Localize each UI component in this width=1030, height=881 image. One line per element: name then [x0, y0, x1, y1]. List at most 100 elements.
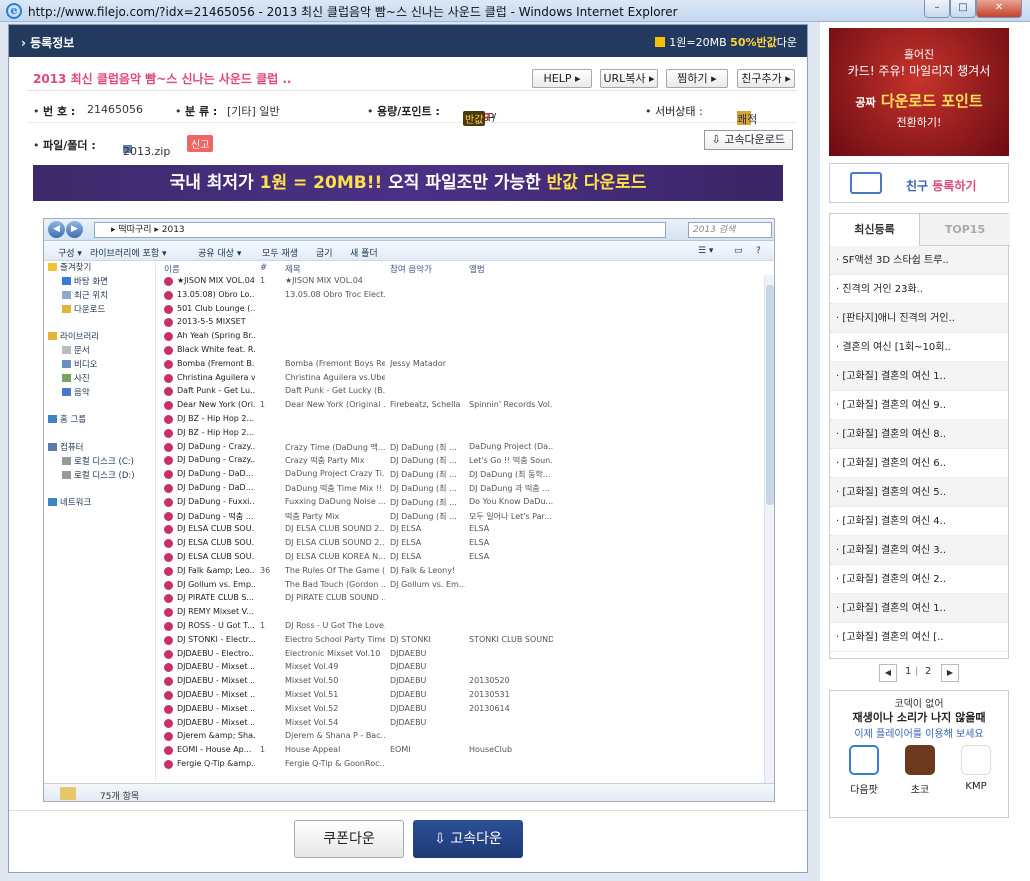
bookmark-button[interactable]: 찜하기 ▸ [666, 69, 728, 88]
minimize-button[interactable]: – [924, 0, 950, 18]
recent-item[interactable]: · [고화질] 결혼의 여신 9.. [830, 391, 1008, 420]
fast-download-button[interactable]: ⇩ 고속다운 [413, 820, 523, 858]
file-row[interactable]: DJ DaDung - 떡춤 ... 떡춤 Party Mix DJ DaDung … [158, 510, 764, 524]
download-icon: ⇩ [434, 831, 446, 847]
file-title: 2013 최신 클럽음악 빰~스 신나는 사운드 클럽 .. [33, 72, 292, 86]
recent-item[interactable]: · 진격의 거인 23화.. [830, 275, 1008, 304]
file-row[interactable]: DJDAEBU - Mixset ... Mixset Vol.51 DJDAEBU… [158, 689, 764, 703]
file-row[interactable]: DJDAEBU - Mixset ... Mixset Vol.50 DJDAEBU… [158, 675, 764, 689]
file-row[interactable]: DJ BZ - Hip Hop 2... [158, 413, 764, 427]
recent-item[interactable]: · 결혼의 여신 [1회~10회.. [830, 333, 1008, 362]
file-row[interactable]: DJ ELSA CLUB SOU... DJ ELSA CLUB KOREA N.… [158, 551, 764, 565]
file-row[interactable]: DJDAEBU - Mixset ... Mixset Vol.52 DJDAEBU… [158, 703, 764, 717]
file-row[interactable]: DJ PIRATE CLUB S... DJ PIRATE CLUB SOUND … [158, 592, 764, 606]
file-row[interactable]: DJ ELSA CLUB SOU... DJ ELSA CLUB SOUND 2.… [158, 537, 764, 551]
file-row[interactable]: 2013-5-5 MIXSET [158, 316, 764, 330]
register-friend-banner[interactable]: 친구 등록하기 [829, 163, 1009, 203]
file-row[interactable]: DJDAEBU - Electro... Electronic Mixset Vo… [158, 648, 764, 662]
forward-icon: ▶ [66, 221, 83, 238]
cell-name: DJ ELSA CLUB SOU... [177, 538, 255, 548]
file-row[interactable]: DJ Gollum vs. Emp... The Bad Touch (Gordo… [158, 579, 764, 593]
file-row[interactable]: 13.05.08) Obro Lo... 13.05.08 Obro Troc E… [158, 289, 764, 303]
add-friend-button[interactable]: 친구추가 ▸ [737, 69, 795, 88]
recent-item[interactable]: · [고화질] 결혼의 여신 [.. [830, 623, 1008, 652]
recent-item[interactable]: · [고화질] 결혼의 여신 8.. [830, 420, 1008, 449]
cell-track: 1 [260, 400, 266, 410]
file-row[interactable]: Christina Aguilera v... Christina Aguiler… [158, 372, 764, 386]
file-label: • 파일/폴더 : [33, 139, 96, 152]
audio-file-icon [164, 621, 173, 631]
cell-name: Fergie Q-Tip &amp... [177, 758, 255, 768]
cell-artist: DJ Gollum vs. Em... [390, 579, 465, 589]
file-row[interactable]: 501 Club Lounge (... [158, 303, 764, 317]
recent-item[interactable]: · [고화질] 결혼의 여신 2.. [830, 565, 1008, 594]
recent-item[interactable]: · [고화질] 결혼의 여신 3.. [830, 536, 1008, 565]
kmp-app[interactable]: KMP [948, 745, 1004, 792]
cell-name: Dear New York (Ori... [177, 400, 255, 410]
file-row[interactable]: DJ DaDung - DaD... DaDung Project Crazy T… [158, 468, 764, 482]
file-row[interactable]: DJ BZ - Hip Hop 2... [158, 427, 764, 441]
recent-item[interactable]: · [고화질] 결혼의 여신 6.. [830, 449, 1008, 478]
file-row[interactable]: DJ REMY Mixset V... [158, 606, 764, 620]
coupon-download-button[interactable]: 쿠폰다운 [294, 820, 404, 858]
cell-name: DJDAEBU - Mixset ... [177, 689, 255, 699]
recent-item[interactable]: · SF액션 3D 스타쉽 트루.. [830, 246, 1008, 275]
file-row[interactable]: Daft Punk - Get Lu... Daft Punk - Get Luc… [158, 385, 764, 399]
fast-download-small-button[interactable]: ⇩ 고속다운로드 [703, 130, 793, 150]
tab-top15[interactable]: TOP15 [920, 214, 1010, 246]
choco-app[interactable]: 초코 [892, 745, 948, 796]
file-row[interactable]: DJ Falk &amp; Leo... 36 The Rules Of The G… [158, 565, 764, 579]
recent-item[interactable]: · [고화질] 결혼의 여신 4.. [830, 507, 1008, 536]
file-row[interactable]: DJ DaDung - Crazy... Crazy 떡춤 Party Mix DJ… [158, 454, 764, 468]
cell-title: ★JISON MIX VOL.04 [285, 276, 363, 285]
close-button[interactable]: ✕ [976, 0, 1022, 18]
file-row[interactable]: DJDAEBU - Mixset ... Mixset Vol.54 DJDAEBU [158, 717, 764, 731]
recent-pager: ◀ 1 | 2 ▶ [829, 662, 1009, 684]
cell-title: 13.05.08 Obro Troc Elect... [285, 289, 385, 299]
file-row[interactable]: DJ DaDung - DaD... DaDung 떡춤 Time Mix !! D… [158, 482, 764, 496]
cell-album: 20130520 [469, 676, 510, 686]
file-row[interactable]: Djerem &amp; Sha... Djerem & Shana P - Ba… [158, 730, 764, 744]
recent-item[interactable]: · [고화질] 결혼의 여신 1.. [830, 594, 1008, 623]
cell-album: ELSA [469, 551, 490, 561]
promo-banner[interactable]: 국내 최저가 1원 = 20MB!! 오직 파일조만 가능한 반값 다운로드 [33, 165, 783, 201]
player-ad[interactable]: 코덱이 없어 재생이나 소리가 나지 않을때 이제 플레이어를 이용해 보세요 … [829, 690, 1009, 818]
library-icon [48, 332, 57, 340]
cell-title: Djerem & Shana P - Bac... [285, 731, 385, 741]
cell-title: DJ Ross - U Got The Love... [285, 620, 385, 630]
file-row[interactable]: Dear New York (Ori... 1 Dear New York (Ori… [158, 399, 764, 413]
file-row[interactable]: Black White feat. R... [158, 344, 764, 358]
file-row[interactable]: DJ DaDung - Crazy... Crazy Time (DaDung 맥… [158, 441, 764, 455]
window-title: http://www.filejo.com/?idx=21465056 - 20… [28, 5, 678, 19]
file-row[interactable]: EOMI - House Ap... 1 House Appeal EOMI House… [158, 744, 764, 758]
tab-recent[interactable]: 최신등록 [830, 214, 920, 246]
cell-title: DaDung Project Crazy Ti... [285, 469, 385, 479]
recent-item[interactable]: · [판타지]애니 진격의 거인.. [830, 304, 1008, 333]
file-row[interactable]: Bomba (Fremont B... Bomba (Fremont Boys R… [158, 358, 764, 372]
file-row[interactable]: DJ DaDung - Fuxxi... Fuxxing DaDung Noise… [158, 496, 764, 510]
url-copy-button[interactable]: URL복사 ▸ [600, 69, 658, 88]
file-row[interactable]: ★JISON MIX VOL.04 1 ★JISON MIX VOL.04 [158, 275, 764, 289]
cell-title: Mixset Vol.50 [285, 676, 339, 686]
maximize-button[interactable]: □ [950, 0, 976, 18]
daumpot-app[interactable]: 다음팟 [836, 745, 892, 796]
page-2[interactable]: 2 [925, 666, 931, 677]
file-row[interactable]: DJDAEBU - Mixset ... Mixset Vol.49 DJDAEBU [158, 661, 764, 675]
point-conversion-ad[interactable]: 흘어진 카드! 주유! 마일리지 챙겨서 공짜 다운로드 포인트 전환하기! [829, 28, 1009, 156]
prev-page-button[interactable]: ◀ [879, 664, 897, 682]
cell-title: Electronic Mixset Vol.10 [285, 648, 381, 658]
report-button[interactable]: 신고 [187, 135, 214, 152]
file-row[interactable]: DJ ROSS - U Got T... 1 DJ Ross - U Got The… [158, 620, 764, 634]
file-row[interactable]: Ah Yeah (Spring Br... [158, 330, 764, 344]
recent-item[interactable]: · [고화질] 결혼의 여신 5.. [830, 478, 1008, 507]
file-title-row: 2013 최신 클럽음악 빰~스 신나는 사운드 클럽 .. HELP ▸ UR… [27, 63, 797, 91]
file-row[interactable]: Fergie Q-Tip &amp... Fergie Q-Tip & GoonR… [158, 758, 764, 772]
file-row[interactable]: DJ STONKI - Electr... Electro School Part… [158, 634, 764, 648]
file-row[interactable]: DJ ELSA CLUB SOU... DJ ELSA CLUB SOUND 2.… [158, 523, 764, 537]
help-button[interactable]: HELP ▸ [532, 69, 592, 88]
cell-artist: DJDAEBU [390, 648, 427, 658]
next-page-button[interactable]: ▶ [941, 664, 959, 682]
recent-item[interactable]: · [고화질] 결혼의 여신 1.. [830, 362, 1008, 391]
page-1[interactable]: 1 [905, 666, 911, 677]
cell-name: DJ DaDung - Fuxxi... [177, 496, 255, 506]
